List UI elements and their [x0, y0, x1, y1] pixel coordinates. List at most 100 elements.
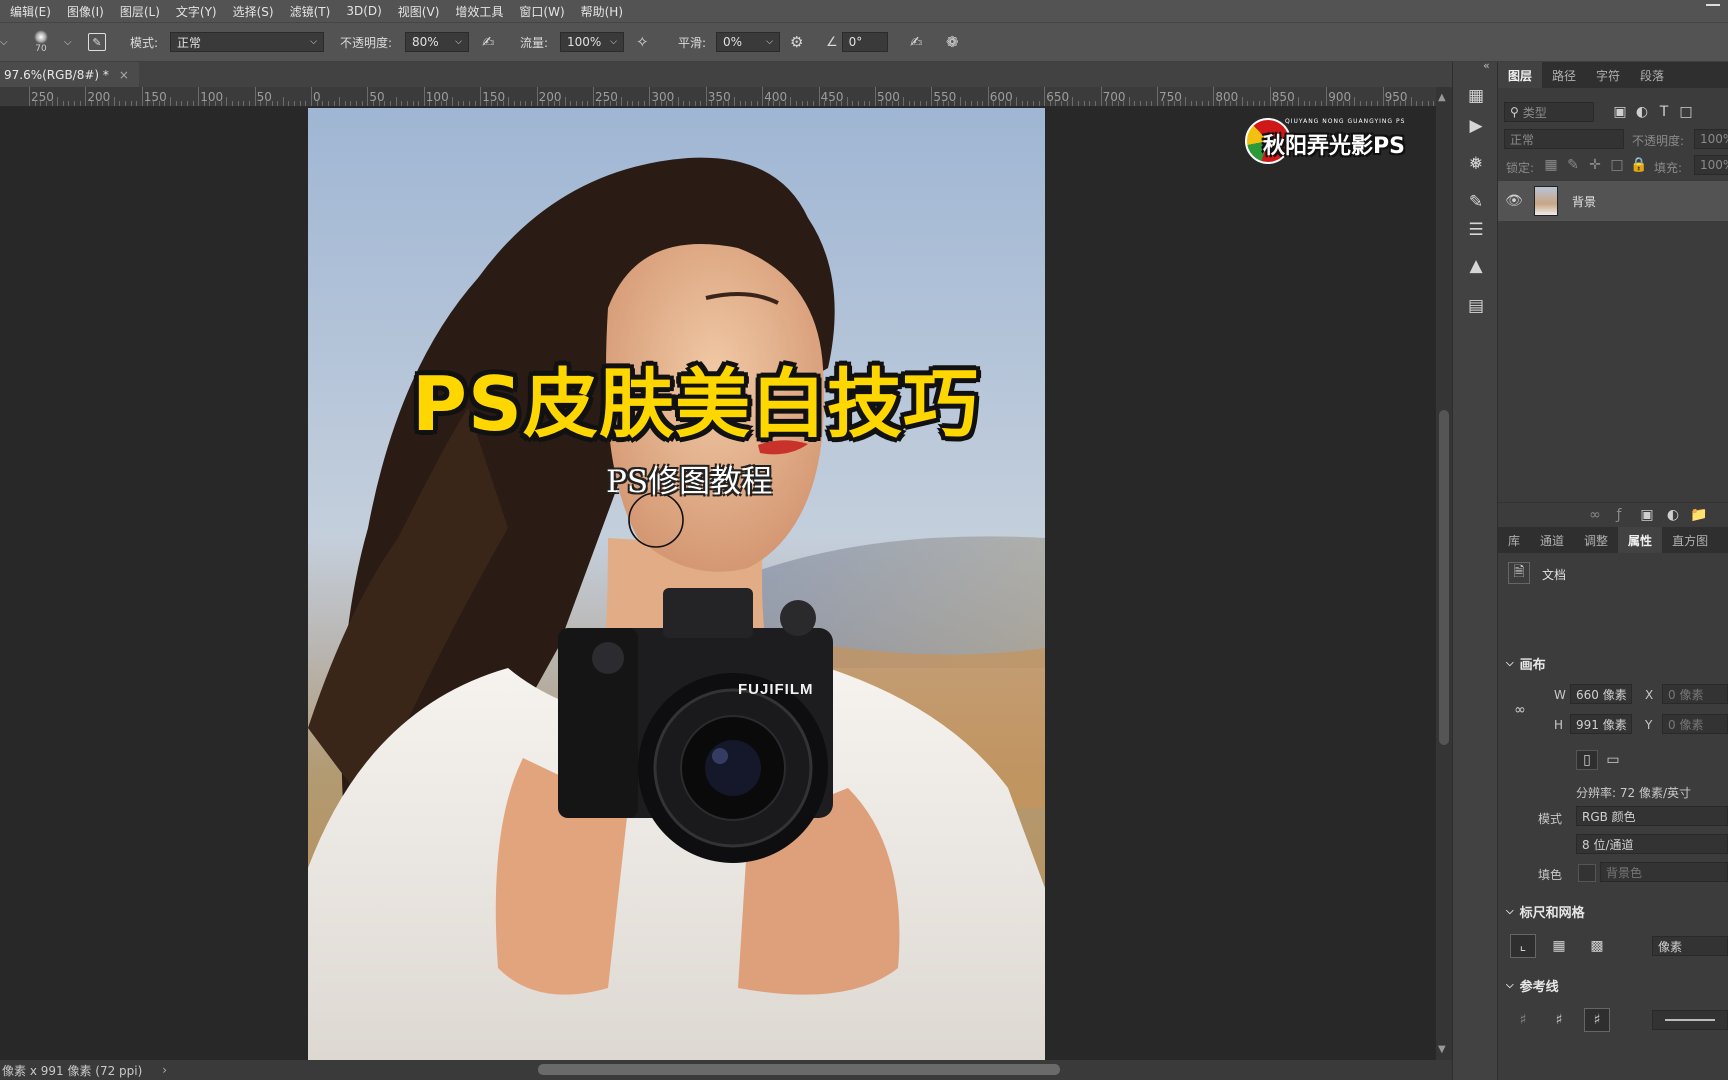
ruler-unit-select[interactable]: 像素 — [1652, 936, 1728, 956]
pressure-size-button[interactable]: ✍ — [910, 31, 923, 53]
flow-field[interactable]: 100% ⌵ — [560, 31, 624, 53]
smart-guides-icon[interactable]: ♯ — [1584, 1008, 1610, 1032]
brush-settings-toggle[interactable]: ✎ — [88, 31, 106, 53]
x-field[interactable]: 0 像素 — [1662, 684, 1728, 704]
mode-select[interactable]: 正常 ⌵ — [170, 31, 324, 53]
filter-pixel-icon[interactable]: ▣ — [1610, 102, 1630, 122]
link-dimensions-icon[interactable]: ∞ — [1512, 702, 1528, 718]
bit-depth-select[interactable]: 8 位/通道 — [1576, 834, 1728, 854]
width-field[interactable]: 660 像素 — [1570, 684, 1632, 704]
properties-panel-button[interactable]: ▤ — [1461, 292, 1491, 320]
horizontal-scroll-thumb[interactable] — [538, 1064, 1060, 1075]
history-panel-button[interactable]: ▦ — [1461, 82, 1491, 110]
tab-properties[interactable]: 属性 — [1618, 527, 1663, 553]
menu-window[interactable]: 窗口(W) — [511, 3, 572, 20]
brush-preset-arrow[interactable]: ⌵ — [64, 31, 72, 53]
blend-mode-select[interactable]: 正常 — [1504, 129, 1624, 149]
brush-preset-picker[interactable]: 70 — [34, 27, 48, 57]
adjust-panel-button[interactable]: ☰ — [1461, 216, 1491, 244]
vertical-scroll-thumb[interactable] — [1439, 410, 1449, 745]
lock-transparent-icon[interactable]: ▦ — [1542, 156, 1560, 174]
new-group-icon[interactable]: 📁 — [1690, 506, 1708, 524]
lock-guides-icon[interactable]: ♯ — [1546, 1008, 1572, 1032]
status-arrow-icon[interactable]: › — [162, 1063, 167, 1077]
fx-icon[interactable]: ƒ — [1610, 506, 1628, 524]
guides-toggle-icon[interactable]: ♯ — [1510, 1008, 1536, 1032]
portrait-orientation-icon[interactable]: ▯ — [1576, 750, 1598, 770]
lock-artboard-icon[interactable]: □ — [1608, 156, 1626, 174]
tab-paragraph[interactable]: 段落 — [1630, 62, 1674, 88]
menu-edit[interactable]: 编辑(E) — [2, 3, 59, 20]
tab-paths[interactable]: 路径 — [1542, 62, 1586, 88]
pressure-opacity-button[interactable]: ✍ — [482, 31, 495, 53]
filter-shape-icon[interactable]: □ — [1676, 102, 1696, 122]
lock-image-icon[interactable]: ✎ — [1564, 156, 1582, 174]
lock-position-icon[interactable]: ✛ — [1586, 156, 1604, 174]
tab-histogram[interactable]: 直方图 — [1662, 527, 1718, 553]
layer-row[interactable]: 👁 背景 — [1498, 181, 1728, 221]
menu-plugins[interactable]: 增效工具 — [447, 3, 511, 20]
add-mask-icon[interactable]: ▣ — [1638, 506, 1656, 524]
link-layers-icon[interactable]: ∞ — [1586, 506, 1604, 524]
brushes-panel-button[interactable]: ✎ — [1461, 188, 1491, 216]
sliders-icon: ☰ — [1468, 220, 1484, 240]
tab-channels[interactable]: 通道 — [1530, 527, 1574, 553]
menu-image[interactable]: 图像(I) — [59, 3, 112, 20]
menu-layer[interactable]: 图层(L) — [112, 3, 168, 20]
guides-section-header[interactable]: ⌵ 参考线 — [1506, 976, 1559, 995]
height-field[interactable]: 991 像素 — [1570, 714, 1632, 734]
menu-view[interactable]: 视图(V) — [390, 3, 448, 20]
brush-settings-panel-button[interactable]: ❅ — [1461, 150, 1491, 178]
smoothing-field[interactable]: 0% ⌵ — [716, 31, 780, 53]
canvas-fill-select[interactable]: 背景色 — [1600, 862, 1728, 882]
ruler-minor-tick — [626, 101, 628, 106]
angle-control[interactable]: ∠ 0° — [826, 31, 888, 53]
horizontal-ruler[interactable]: 250 200 150 100 50 0 50 100 150 200 250 300 350 400 45… — [0, 87, 1436, 107]
grid-toggle-icon[interactable]: ▦ — [1546, 934, 1572, 958]
ruler-minor-tick — [1032, 101, 1034, 106]
filter-type-icon[interactable]: T — [1654, 102, 1674, 122]
fill-field[interactable]: 100% — [1694, 155, 1728, 175]
clone-source-panel-button[interactable]: ▲ — [1461, 252, 1491, 280]
opacity-field[interactable]: 80% ⌵ — [405, 31, 469, 53]
menu-filter[interactable]: 滤镜(T) — [282, 3, 339, 20]
new-adjustment-icon[interactable]: ◐ — [1664, 506, 1682, 524]
tab-libraries[interactable]: 库 — [1498, 527, 1530, 553]
tool-preset-arrow[interactable]: ⌵ — [0, 31, 8, 53]
tab-character[interactable]: 字符 — [1586, 62, 1630, 88]
gear-icon: ⚙ — [790, 33, 804, 51]
filter-adjustment-icon[interactable]: ◐ — [1632, 102, 1652, 122]
color-mode-select[interactable]: RGB 颜色 — [1576, 806, 1728, 826]
menu-type[interactable]: 文字(Y) — [168, 3, 225, 20]
scroll-up-icon[interactable]: ▲ — [1438, 92, 1446, 103]
blend-mode-value: 正常 — [1510, 132, 1535, 147]
menu-select[interactable]: 选择(S) — [225, 3, 282, 20]
airbrush-button[interactable]: ✧ — [636, 31, 649, 53]
rulers-grids-section-header[interactable]: ⌵ 标尺和网格 — [1506, 902, 1585, 921]
canvas-section-header[interactable]: ⌵ 画布 — [1506, 654, 1546, 673]
tab-layers[interactable]: 图层 — [1498, 62, 1543, 88]
scroll-down-icon[interactable]: ▼ — [1438, 1044, 1446, 1055]
minimize-button[interactable] — [1706, 4, 1720, 6]
collapse-panels-icon[interactable]: « — [1483, 59, 1490, 72]
layer-opacity-field[interactable]: 100% — [1694, 129, 1728, 149]
symmetry-button[interactable]: ❁ — [946, 31, 959, 53]
layer-filter-select[interactable]: ⚲ 类型 — [1504, 102, 1594, 122]
fill-color-swatch[interactable] — [1578, 864, 1596, 882]
ruler-toggle-icon[interactable]: ⌞ — [1510, 934, 1536, 958]
menu-3d[interactable]: 3D(D) — [338, 4, 389, 18]
pixel-grid-toggle-icon[interactable]: ▩ — [1584, 934, 1610, 958]
landscape-orientation-icon[interactable]: ▭ — [1602, 750, 1624, 770]
guide-color-select[interactable] — [1652, 1010, 1728, 1030]
smoothing-options-button[interactable]: ⚙ — [790, 31, 803, 53]
lock-all-icon[interactable]: 🔒 — [1630, 156, 1648, 174]
actions-panel-button[interactable]: ▶ — [1461, 112, 1491, 140]
y-field[interactable]: 0 像素 — [1662, 714, 1728, 734]
close-icon[interactable]: × — [119, 68, 129, 82]
canvas-image[interactable]: PS皮肤美白技巧 PS修图教程 FUJIFILM — [308, 108, 1045, 1060]
document-info[interactable]: 像素 x 991 像素 (72 ppi) — [0, 1062, 142, 1079]
tab-adjustments[interactable]: 调整 — [1574, 527, 1618, 553]
menu-help[interactable]: 帮助(H) — [573, 3, 631, 20]
document-tab[interactable]: 97.6%(RGB/8#) * × — [0, 62, 139, 87]
eye-icon[interactable]: 👁 — [1504, 191, 1524, 211]
